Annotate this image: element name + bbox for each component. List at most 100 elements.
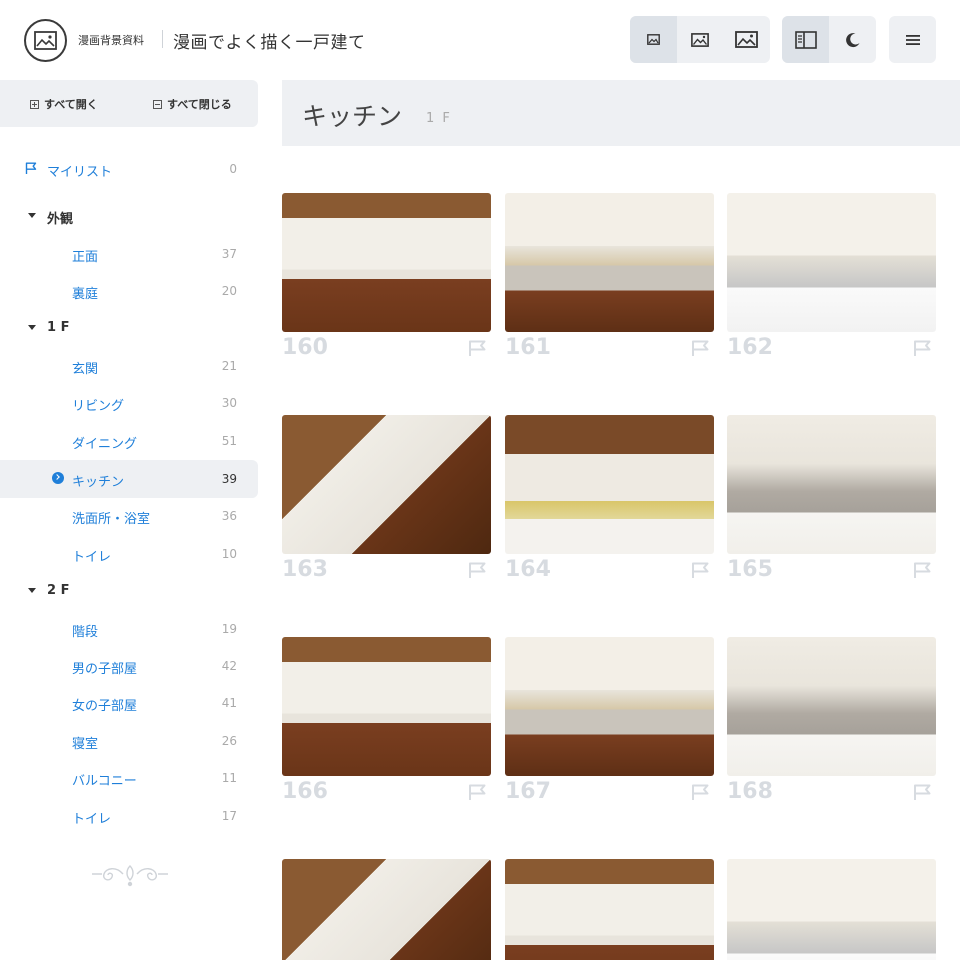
caret-down-icon (28, 325, 36, 330)
sidebar-item-toilet-2f[interactable]: トイレ 17 (0, 798, 258, 834)
sidebar-item-bedroom[interactable]: 寝室 26 (0, 723, 258, 759)
expand-all-button[interactable]: すべて開く (30, 96, 98, 112)
sidebar-item-count: 36 (221, 509, 237, 523)
sidebar-group-label: 2 F (47, 583, 70, 598)
sidebar-item-count: 0 (229, 162, 237, 176)
sidebar-item-count: 51 (221, 434, 237, 448)
sidebar-group-1f[interactable]: 1 F (0, 310, 258, 346)
photo-number: 167 (505, 779, 551, 804)
sidebar-item-label: 洗面所・浴室 (72, 512, 151, 527)
photo-number: 161 (505, 335, 551, 360)
photo-thumbnail[interactable] (505, 637, 714, 776)
photo-thumbnail[interactable] (727, 193, 936, 332)
header: 漫画背景資料 漫画でよく描く一戸建て (0, 0, 960, 80)
moon-icon[interactable] (829, 16, 876, 63)
collapse-all-label: すべて閉じる (167, 98, 232, 111)
page-title[interactable]: 漫画でよく描く一戸建て (173, 28, 366, 53)
flag-icon[interactable] (691, 784, 710, 805)
sidebar-item-washroom-bath[interactable]: 洗面所・浴室 36 (0, 498, 258, 534)
sidebar-item-label: 男の子部屋 (72, 662, 138, 677)
sidebar-group-exterior[interactable]: 外観 (0, 198, 258, 234)
flag-icon[interactable] (468, 562, 487, 583)
large-image-icon[interactable] (723, 16, 770, 63)
chevron-right-circle-icon (52, 472, 64, 484)
flag-icon (25, 162, 37, 174)
expand-all-label: すべて開く (44, 98, 98, 111)
sidebar-item-count: 10 (221, 547, 237, 561)
photo-number: 160 (282, 335, 328, 360)
sidebar-item-label: リビング (72, 399, 125, 414)
photo-thumbnail[interactable] (282, 637, 491, 776)
sidebar-item-label: トイレ (72, 812, 112, 827)
sidebar-item-label: マイリスト (47, 165, 113, 180)
sidebar-item-label: 裏庭 (72, 287, 99, 302)
sidebar-item-count: 11 (221, 771, 237, 785)
sidebar-item-living[interactable]: リビング 30 (0, 385, 258, 421)
photo-number: 163 (282, 557, 328, 582)
sidebar-item-boys-room[interactable]: 男の子部屋 42 (0, 648, 258, 684)
sidebar-group-2f[interactable]: 2 F (0, 573, 258, 609)
header-divider (162, 30, 163, 48)
flag-icon[interactable] (468, 340, 487, 361)
expand-collapse-bar: すべて開く すべて閉じる (0, 80, 258, 127)
ornament-icon (92, 865, 168, 887)
photo-thumbnail[interactable] (282, 859, 491, 960)
sidebar-item-count: 41 (221, 696, 237, 710)
flag-icon[interactable] (913, 340, 932, 361)
sidebar-item-label: トイレ (72, 550, 112, 565)
photo-thumbnail[interactable] (282, 415, 491, 554)
sidebar-item-count: 30 (221, 396, 237, 410)
flag-icon[interactable] (691, 562, 710, 583)
sidebar-item-count: 20 (221, 284, 237, 298)
sidebar-item-entrance[interactable]: 玄関 21 (0, 348, 258, 384)
category-title: キッチン (302, 102, 403, 131)
flag-icon[interactable] (913, 562, 932, 583)
photo-thumbnail[interactable] (727, 415, 936, 554)
sidebar-item-kitchen[interactable]: キッチン 39 (0, 460, 258, 498)
sidebar-item-front[interactable]: 正面 37 (0, 236, 258, 272)
sidebar-item-label: 玄関 (72, 362, 99, 377)
sidebar-item-count: 19 (221, 622, 237, 636)
hamburger-menu-icon[interactable] (889, 16, 936, 63)
site-name[interactable]: 漫画背景資料 (78, 32, 144, 48)
sidebar-item-label: 正面 (72, 250, 99, 265)
caret-down-icon (28, 213, 36, 218)
sidebar-item-label: 寝室 (72, 737, 99, 752)
sidebar-item-stairs[interactable]: 階段 19 (0, 611, 258, 647)
site-logo-icon[interactable] (24, 19, 67, 62)
photo-number: 164 (505, 557, 551, 582)
flag-icon[interactable] (913, 784, 932, 805)
minus-box-icon (153, 99, 162, 109)
photo-thumbnail[interactable] (505, 415, 714, 554)
photo-thumbnail[interactable] (505, 193, 714, 332)
sidebar-item-balcony[interactable]: バルコニー 11 (0, 760, 258, 796)
small-image-icon[interactable] (630, 16, 677, 63)
sidebar-item-count: 39 (221, 472, 237, 486)
sidebar-item-count: 17 (221, 809, 237, 823)
view-options-group (782, 16, 876, 63)
photo-thumbnail[interactable] (727, 859, 936, 960)
photo-thumbnail[interactable] (505, 859, 714, 960)
collapse-all-button[interactable]: すべて閉じる (153, 96, 232, 112)
sidebar-item-mylist[interactable]: マイリスト 0 (0, 151, 258, 187)
thumbnail-size-group (630, 16, 770, 63)
sidebar: すべて開く すべて閉じる マイリスト 0 外観 正面 37 裏庭 20 1 F … (0, 80, 258, 960)
category-floor: 1 F (426, 111, 452, 126)
sidebar-item-label: ダイニング (72, 437, 138, 452)
photo-thumbnail[interactable] (727, 637, 936, 776)
category-header: キッチン 1 F (282, 80, 960, 146)
sidebar-toggle-icon[interactable] (782, 16, 829, 63)
sidebar-item-dining[interactable]: ダイニング 51 (0, 423, 258, 459)
sidebar-item-girls-room[interactable]: 女の子部屋 41 (0, 685, 258, 721)
sidebar-item-backyard[interactable]: 裏庭 20 (0, 273, 258, 309)
photo-number: 166 (282, 779, 328, 804)
flag-icon[interactable] (468, 784, 487, 805)
medium-image-icon[interactable] (677, 16, 724, 63)
photo-number: 162 (727, 335, 773, 360)
sidebar-item-count: 21 (221, 359, 237, 373)
photo-number: 168 (727, 779, 773, 804)
flag-icon[interactable] (691, 340, 710, 361)
photo-thumbnail[interactable] (282, 193, 491, 332)
sidebar-item-toilet-1f[interactable]: トイレ 10 (0, 536, 258, 572)
sidebar-item-label: キッチン (72, 475, 125, 490)
